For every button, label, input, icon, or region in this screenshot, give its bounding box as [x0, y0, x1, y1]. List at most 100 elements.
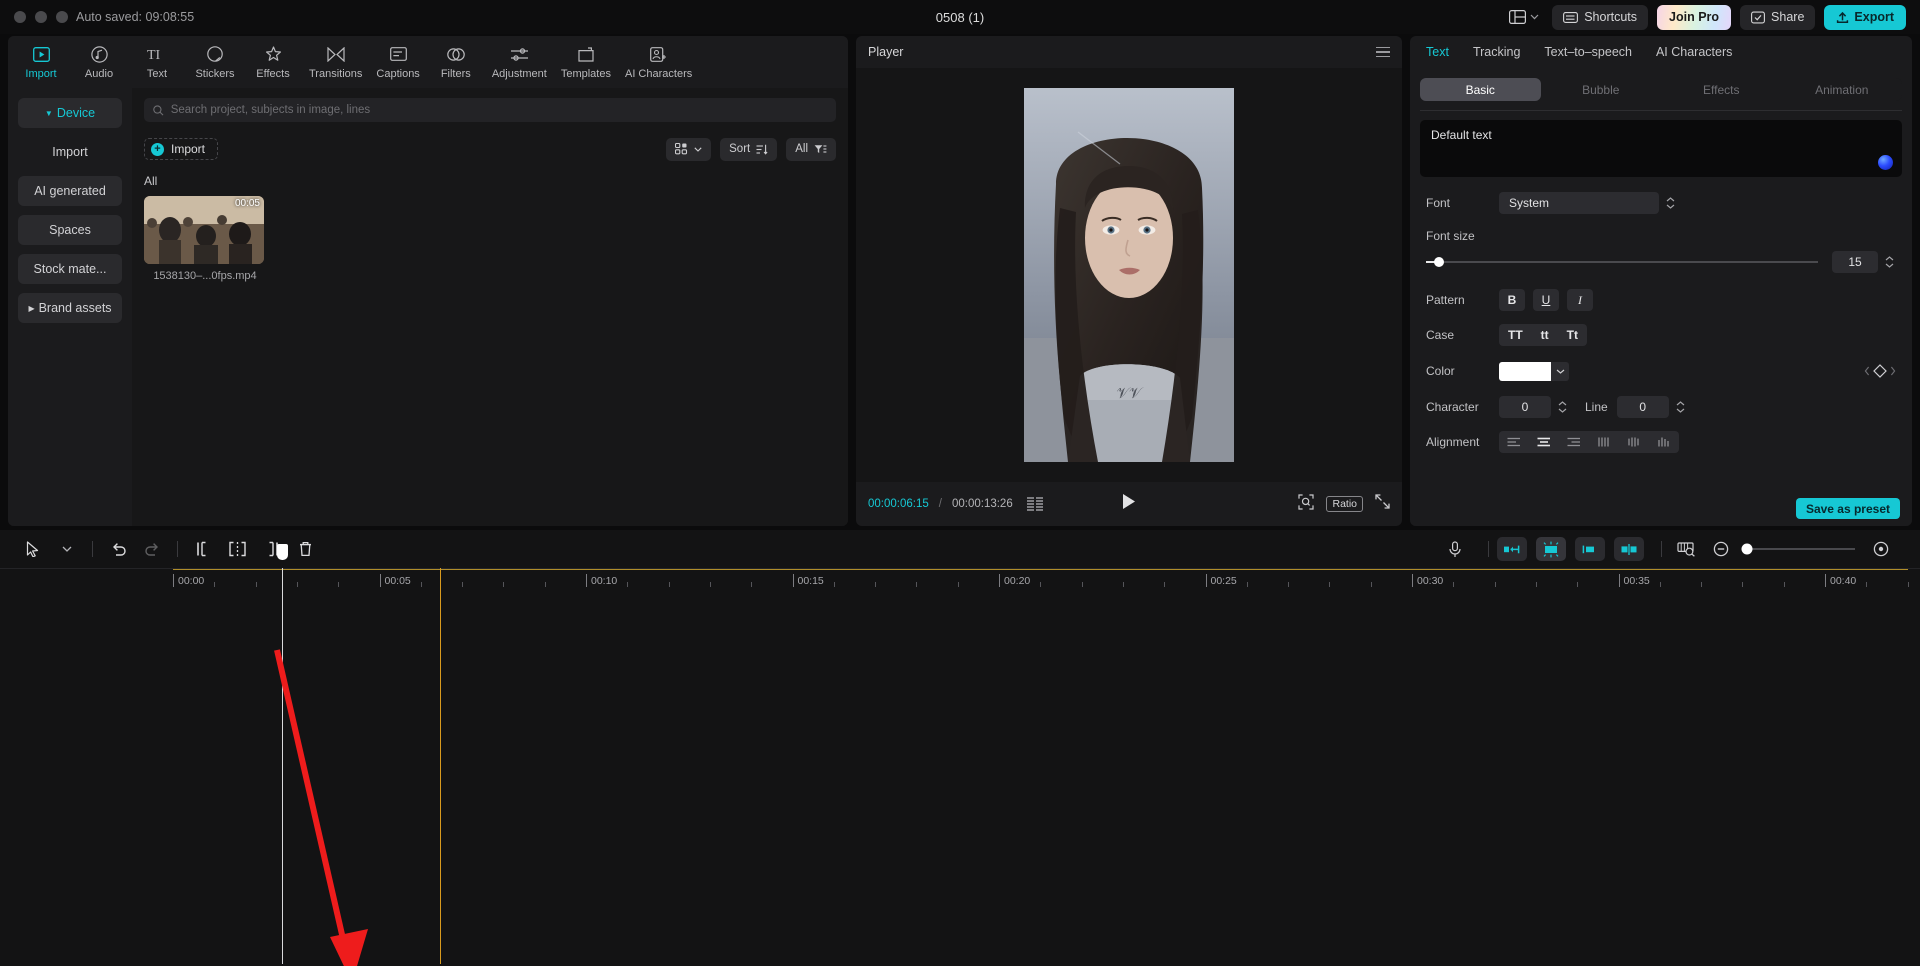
character-spacing-input[interactable]: 0: [1499, 396, 1551, 418]
split-button[interactable]: [220, 534, 254, 564]
shortcuts-button[interactable]: Shortcuts: [1552, 5, 1648, 30]
tab-ai-characters[interactable]: AI Characters: [1656, 45, 1732, 59]
sidebar-item-ai-generated[interactable]: AI generated: [18, 176, 122, 206]
window-controls[interactable]: [0, 11, 68, 23]
underline-button[interactable]: U: [1533, 289, 1559, 311]
uppercase-button[interactable]: TT: [1499, 324, 1532, 346]
timeline-ruler[interactable]: 00:0000:0500:1000:1500:2000:2500:3000:35…: [0, 568, 1920, 592]
module-tab-transitions[interactable]: Transitions: [302, 37, 369, 87]
module-tab-import[interactable]: Import: [12, 37, 70, 87]
search-bar[interactable]: [144, 98, 836, 122]
zoom-slider-knob[interactable]: [1742, 544, 1753, 555]
save-as-preset-button[interactable]: Save as preset: [1796, 498, 1900, 519]
align-center-button[interactable]: [1529, 437, 1559, 447]
sidebar-item-import[interactable]: Import: [18, 137, 122, 167]
module-tab-stickers[interactable]: Stickers: [186, 37, 244, 87]
line-stepper[interactable]: [1674, 401, 1687, 413]
vertical-align-middle-button[interactable]: [1619, 437, 1649, 447]
sort-button[interactable]: Sort: [720, 138, 777, 161]
module-tab-captions[interactable]: Captions: [369, 37, 426, 87]
ruler-label: 00:00: [178, 575, 204, 587]
module-tab-effects[interactable]: Effects: [244, 37, 302, 87]
clip-start-button[interactable]: [1497, 537, 1527, 561]
vertical-align-top-button[interactable]: [1589, 437, 1619, 447]
italic-button[interactable]: I: [1567, 289, 1593, 311]
keyframe-control[interactable]: [1864, 364, 1896, 378]
module-tab-filters[interactable]: Filters: [427, 37, 485, 87]
font-size-slider[interactable]: [1426, 261, 1818, 263]
module-tab-text[interactable]: TI Text: [128, 37, 186, 87]
sidebar-item-spaces[interactable]: Spaces: [18, 215, 122, 245]
character-stepper[interactable]: [1556, 401, 1569, 413]
align-right-button[interactable]: [1559, 437, 1589, 447]
bold-button[interactable]: B: [1499, 289, 1525, 311]
vertical-align-bottom-button[interactable]: [1649, 437, 1679, 447]
module-tab-templates[interactable]: Templates: [554, 37, 618, 87]
segment-animation[interactable]: Animation: [1782, 78, 1903, 101]
text-color-indicator[interactable]: [1878, 155, 1893, 170]
module-tab-audio[interactable]: Audio: [70, 37, 128, 87]
sidebar-item-brand-assets[interactable]: ▶ Brand assets: [18, 293, 122, 323]
search-input[interactable]: [171, 104, 827, 116]
zoom-out-button[interactable]: [1704, 534, 1738, 564]
playhead-handle[interactable]: [277, 544, 288, 560]
voiceover-button[interactable]: [1438, 534, 1472, 564]
share-button[interactable]: Share: [1740, 5, 1815, 30]
play-button[interactable]: [1122, 493, 1137, 515]
delete-button[interactable]: [288, 534, 322, 564]
segment-effects[interactable]: Effects: [1661, 78, 1782, 101]
tool-dropdown-button[interactable]: [50, 534, 84, 564]
tab-tracking[interactable]: Tracking: [1473, 45, 1520, 59]
filter-button[interactable]: All: [786, 138, 836, 161]
import-media-button[interactable]: + Import: [144, 138, 218, 160]
tab-text-to-speech[interactable]: Text–to–speech: [1544, 45, 1632, 59]
keyframe-all-button[interactable]: [1536, 537, 1566, 561]
text-content-input[interactable]: Default text: [1420, 120, 1902, 177]
redo-button[interactable]: [135, 534, 169, 564]
media-thumbnail[interactable]: 00:05: [144, 196, 264, 264]
trim-left-button[interactable]: [186, 534, 220, 564]
font-select[interactable]: System: [1499, 192, 1659, 214]
line-spacing-input[interactable]: 0: [1617, 396, 1669, 418]
quality-bars-icon[interactable]: [1027, 497, 1043, 511]
crop-zoom-button[interactable]: [1298, 494, 1314, 515]
slider-knob[interactable]: [1434, 257, 1444, 267]
tab-text[interactable]: Text: [1426, 45, 1449, 59]
maximize-window-button[interactable]: [56, 11, 68, 23]
sidebar-item-label: Spaces: [49, 223, 91, 237]
fullscreen-button[interactable]: [1375, 494, 1390, 514]
lowercase-button[interactable]: tt: [1532, 324, 1558, 346]
segment-basic[interactable]: Basic: [1420, 78, 1541, 101]
zoom-in-button[interactable]: [1864, 534, 1898, 564]
color-swatch[interactable]: [1499, 362, 1551, 381]
media-section-title: All: [144, 174, 836, 188]
join-pro-button[interactable]: Join Pro: [1657, 5, 1731, 30]
module-tab-adjustment[interactable]: Adjustment: [485, 37, 554, 87]
module-tab-ai-characters[interactable]: AI Characters: [618, 37, 699, 87]
layout-switch-button[interactable]: [1505, 10, 1543, 24]
undo-button[interactable]: [101, 534, 135, 564]
align-left-button[interactable]: [1499, 437, 1529, 447]
video-preview[interactable]: 𝒱𝒱: [1024, 88, 1234, 462]
thumbnail-toggle-button[interactable]: [1670, 534, 1704, 564]
grid-view-button[interactable]: [666, 138, 711, 161]
font-size-input[interactable]: 15: [1832, 251, 1878, 273]
player-menu-button[interactable]: [1376, 47, 1390, 58]
timeline-zoom-slider[interactable]: [1747, 548, 1855, 550]
playhead[interactable]: [282, 568, 283, 964]
font-stepper[interactable]: [1664, 197, 1677, 209]
export-button[interactable]: Export: [1824, 5, 1906, 30]
color-dropdown-button[interactable]: [1551, 362, 1569, 381]
titlecase-button[interactable]: Tt: [1558, 324, 1587, 346]
media-asset-item[interactable]: 00:05 1538130–...0fps.mp4: [144, 196, 264, 282]
close-window-button[interactable]: [14, 11, 26, 23]
split-marker-button[interactable]: [1614, 537, 1644, 561]
segment-bubble[interactable]: Bubble: [1541, 78, 1662, 101]
font-size-stepper[interactable]: [1883, 256, 1896, 268]
clip-end-button[interactable]: [1575, 537, 1605, 561]
select-tool-button[interactable]: [16, 534, 50, 564]
sidebar-item-stock-materials[interactable]: Stock mate...: [18, 254, 122, 284]
ratio-button[interactable]: Ratio: [1326, 496, 1363, 512]
sidebar-item-device[interactable]: ▼ Device: [18, 98, 122, 128]
minimize-window-button[interactable]: [35, 11, 47, 23]
